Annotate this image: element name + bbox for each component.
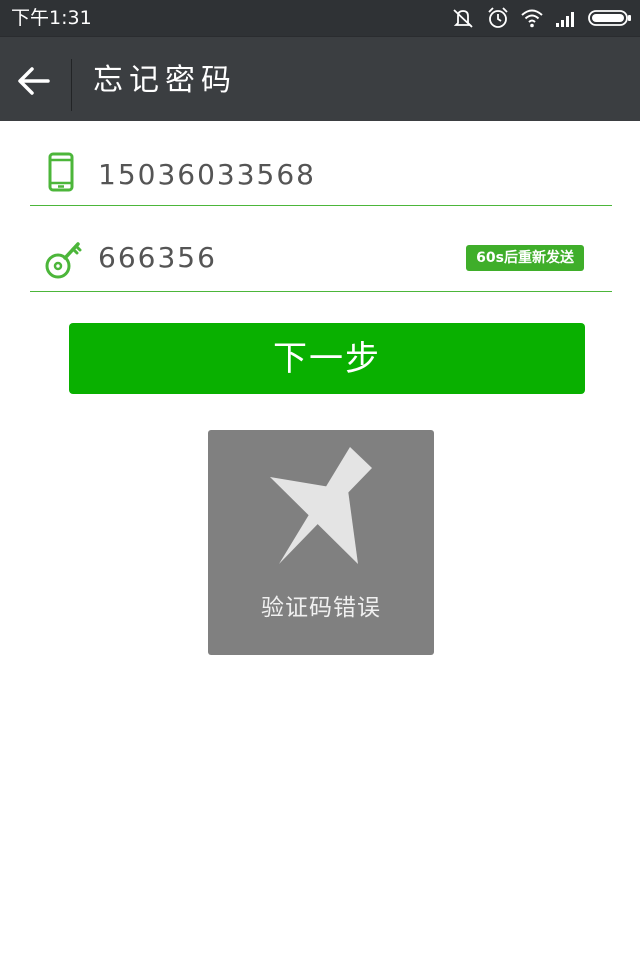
- error-message: 验证码错误: [261, 595, 381, 621]
- phone-field[interactable]: 15036033568: [30, 130, 612, 206]
- key-icon: [44, 238, 86, 284]
- arrow-left-icon: [18, 67, 50, 95]
- verification-code-field[interactable]: 666356 60s后重新发送: [30, 214, 612, 292]
- title-bar: 忘记密码: [0, 36, 640, 121]
- next-step-button[interactable]: 下一步: [69, 323, 585, 394]
- error-toast: 验证码错误: [208, 430, 434, 655]
- phone-input[interactable]: 15036033568: [98, 157, 316, 193]
- verification-code-input[interactable]: 666356: [98, 240, 217, 276]
- battery-icon: [588, 6, 632, 30]
- cross-icon: [270, 447, 372, 564]
- wifi-icon: [520, 6, 544, 30]
- back-button[interactable]: [0, 37, 68, 121]
- title-divider: [71, 59, 72, 111]
- resend-countdown-button[interactable]: 60s后重新发送: [466, 245, 584, 271]
- status-icons: [450, 6, 632, 30]
- alarm-icon: [486, 6, 510, 30]
- status-bar: 下午1:31: [0, 0, 640, 36]
- mute-icon: [450, 6, 476, 30]
- status-time: 下午1:31: [11, 7, 92, 29]
- mobile-phone-icon: [48, 152, 74, 196]
- signal-icon: [554, 6, 578, 30]
- page-title: 忘记密码: [93, 63, 237, 98]
